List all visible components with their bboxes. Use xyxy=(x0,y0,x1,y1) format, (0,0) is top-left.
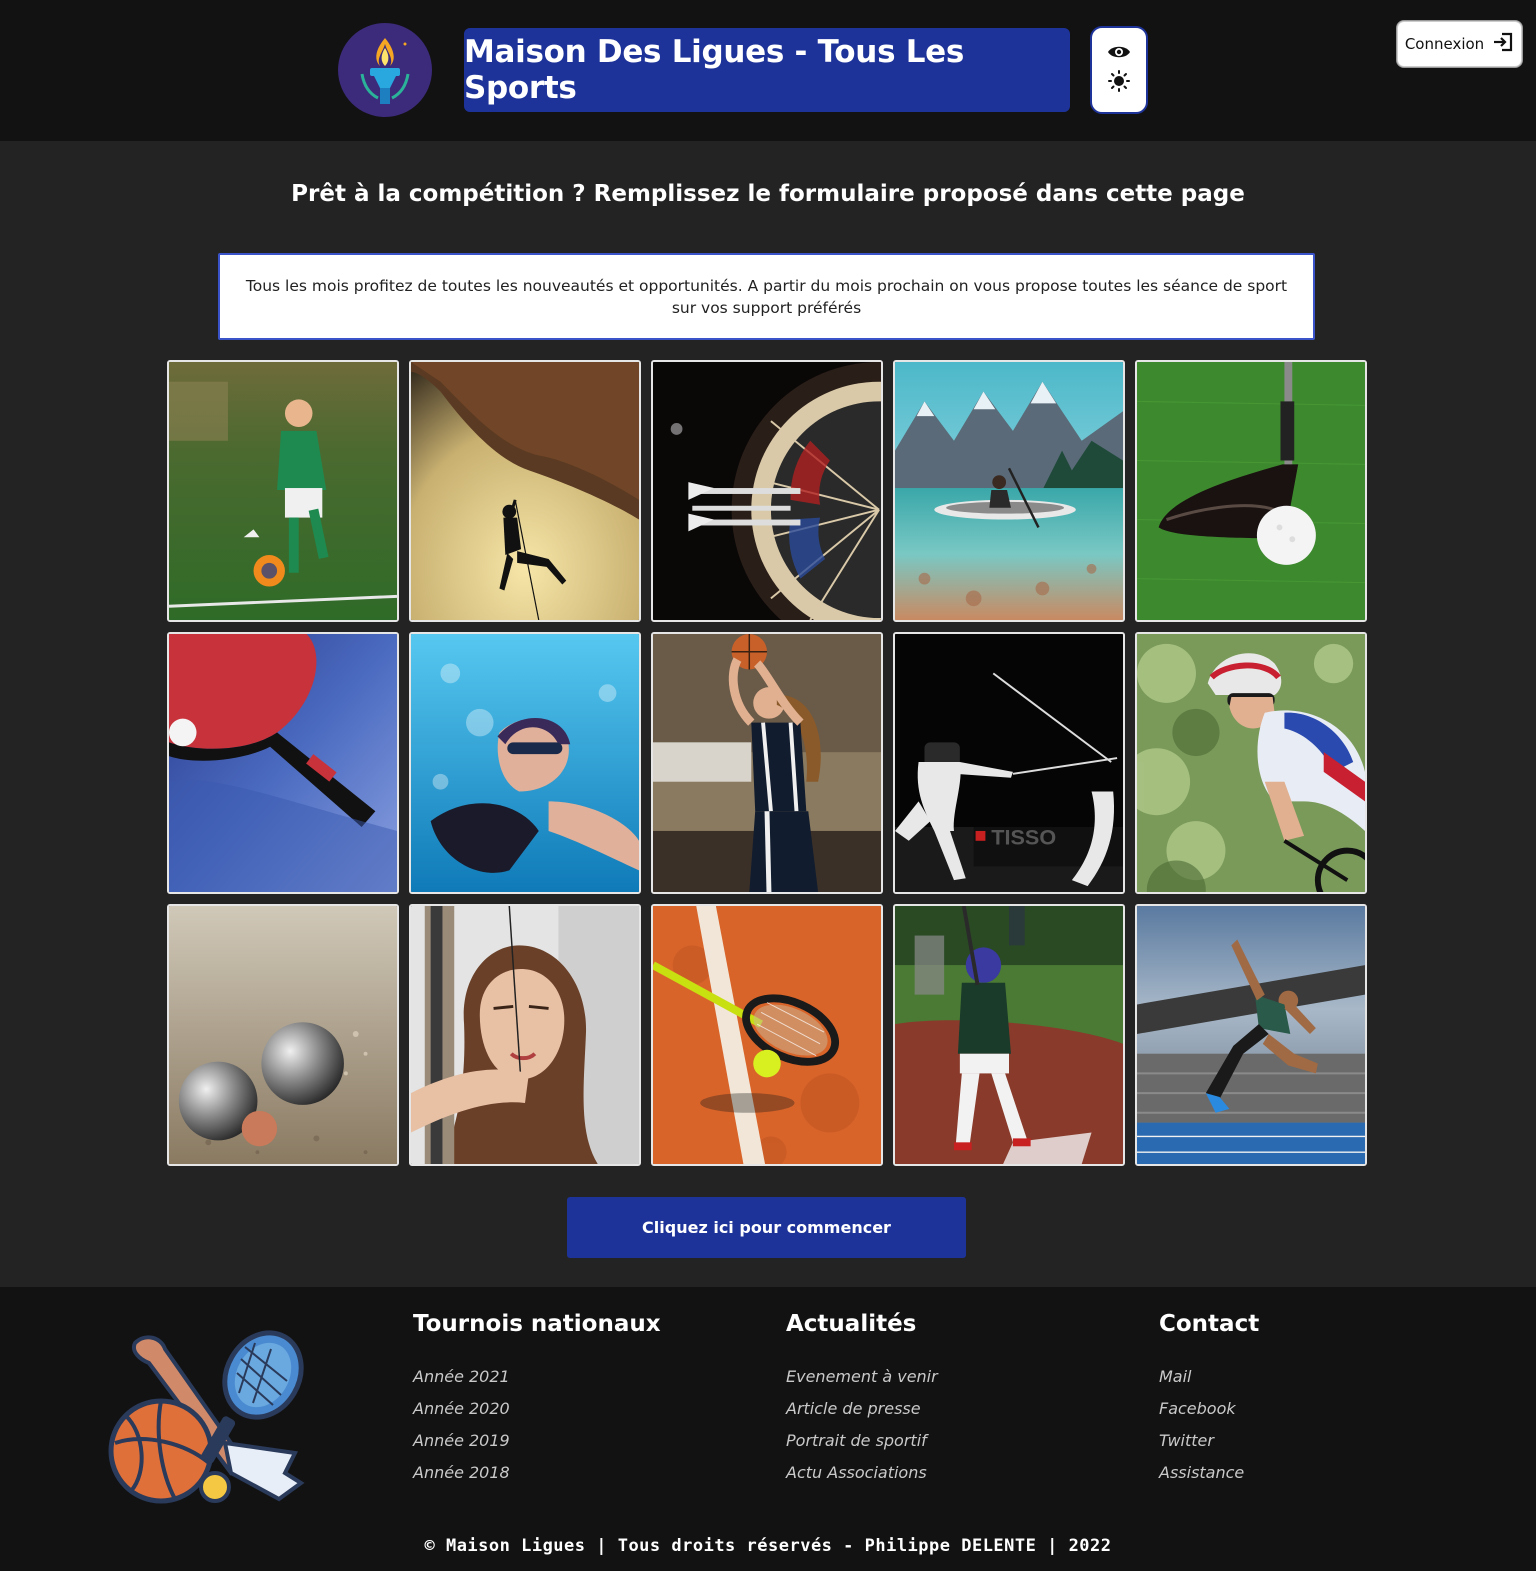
sport-image-baseball[interactable] xyxy=(893,904,1125,1166)
sport-image-natation[interactable] xyxy=(409,632,641,894)
footer-link-portrait[interactable]: Portrait de sportif xyxy=(786,1431,938,1463)
sport-image-escrime[interactable]: TISSO xyxy=(893,632,1125,894)
copyright-text: © Maison Ligues | Tous droits réservés -… xyxy=(424,1536,1112,1556)
sport-image-cyclisme[interactable] xyxy=(1135,632,1367,894)
sport-image-escalade[interactable] xyxy=(409,360,641,622)
footer-link-evenement[interactable]: Evenement à venir xyxy=(786,1367,938,1399)
sport-image-tir-a-l-arc[interactable] xyxy=(409,904,641,1166)
login-button-label: Connexion xyxy=(1404,35,1485,53)
footer-link-annee-2020[interactable]: Année 2020 xyxy=(413,1399,661,1431)
sport-image-football[interactable] xyxy=(167,360,399,622)
start-button-label: Cliquez ici pour commencer xyxy=(642,1218,891,1237)
sport-image-kayak[interactable] xyxy=(893,360,1125,622)
footer-link-twitter[interactable]: Twitter xyxy=(1159,1431,1259,1463)
sport-image-basketball[interactable] xyxy=(651,632,883,894)
footer-heading-tournois: Tournois nationaux xyxy=(413,1311,661,1337)
footer-link-facebook[interactable]: Facebook xyxy=(1159,1399,1259,1431)
sport-image-golf[interactable] xyxy=(1135,360,1367,622)
eye-icon[interactable] xyxy=(1107,44,1131,64)
sport-image-tennis-de-table[interactable] xyxy=(167,632,399,894)
sun-icon[interactable] xyxy=(1108,70,1130,96)
footer-link-mail[interactable]: Mail xyxy=(1159,1367,1259,1399)
torch-logo-icon[interactable] xyxy=(338,23,432,117)
footer-column-actualites: Actualités Evenement à venir Article de … xyxy=(786,1311,938,1495)
footer-link-associations[interactable]: Actu Associations xyxy=(786,1463,938,1495)
sports-gallery: TISSO xyxy=(167,360,1367,1167)
site-title: Maison Des Ligues - Tous Les Sports xyxy=(464,34,965,106)
footer-column-contact: Contact Mail Facebook Twitter Assistance xyxy=(1159,1311,1259,1495)
sport-image-petanque[interactable] xyxy=(167,904,399,1166)
site-title-banner: Maison Des Ligues - Tous Les Sports xyxy=(464,28,1070,112)
footer-link-annee-2021[interactable]: Année 2021 xyxy=(413,1367,661,1399)
site-header: Maison Des Ligues - Tous Les Sports Conn… xyxy=(0,0,1536,141)
start-button[interactable]: Cliquez ici pour commencer xyxy=(567,1197,966,1258)
sports-equipment-icon xyxy=(105,1323,310,1513)
footer-link-assistance[interactable]: Assistance xyxy=(1159,1463,1259,1495)
accessibility-controls xyxy=(1090,26,1148,114)
footer-column-tournois: Tournois nationaux Année 2021 Année 2020… xyxy=(413,1311,661,1495)
footer-heading-actualites: Actualités xyxy=(786,1311,917,1337)
login-button[interactable]: Connexion xyxy=(1397,21,1522,67)
footer-link-annee-2018[interactable]: Année 2018 xyxy=(413,1463,661,1495)
sport-image-tennis[interactable] xyxy=(651,904,883,1166)
footer-link-annee-2019[interactable]: Année 2019 xyxy=(413,1431,661,1463)
site-footer: Tournois nationaux Année 2021 Année 2020… xyxy=(0,1287,1536,1571)
svg-text:TISSO: TISSO xyxy=(991,825,1056,850)
login-icon xyxy=(1492,32,1514,56)
footer-link-presse[interactable]: Article de presse xyxy=(786,1399,938,1431)
footer-heading-contact: Contact xyxy=(1159,1311,1260,1337)
intro-box: Tous les mois profitez de toutes les nou… xyxy=(218,253,1315,340)
sport-image-athletisme[interactable] xyxy=(1135,904,1367,1166)
intro-text: Tous les mois profitez de toutes les nou… xyxy=(245,276,1288,317)
page-headline: Prêt à la compétition ? Remplissez le fo… xyxy=(291,181,1245,207)
sport-image-flechettes[interactable] xyxy=(651,360,883,622)
